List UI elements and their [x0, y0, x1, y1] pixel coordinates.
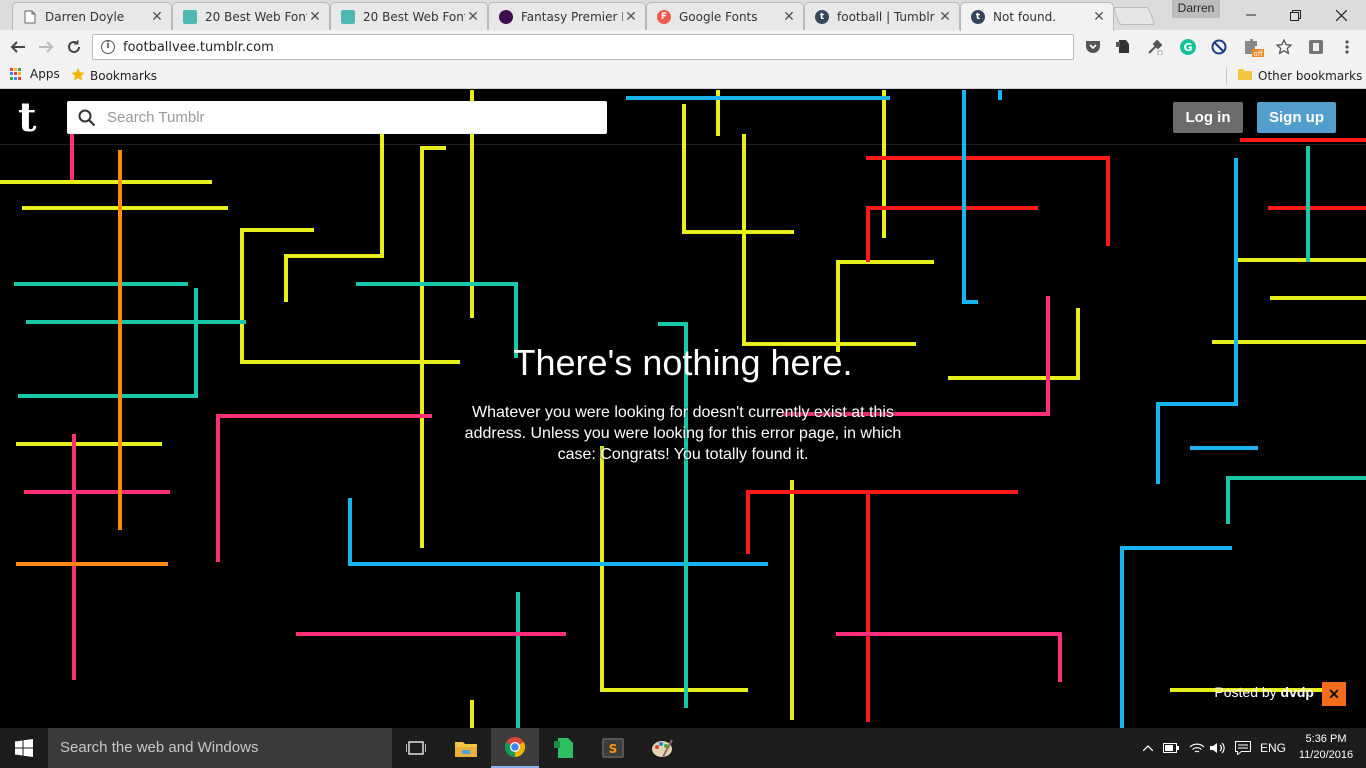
tab-title: 20 Best Web Fonts — [363, 9, 465, 24]
address-bar[interactable]: i footballvee.tumblr.com — [92, 34, 1074, 60]
restore-icon[interactable] — [1272, 0, 1318, 30]
tab-title: Fantasy Premier Le — [521, 9, 623, 24]
log-in-button[interactable]: Log in — [1173, 102, 1243, 133]
close-window-icon[interactable] — [1318, 0, 1364, 30]
bookmark-label: Bookmarks — [90, 69, 158, 83]
menu-icon[interactable] — [1338, 38, 1356, 56]
tumblr-header: t Log in Sign up — [0, 90, 1366, 145]
tab-3[interactable]: Fantasy Premier Le ✕ — [488, 2, 646, 30]
clock-time: 5:36 PM — [1305, 733, 1347, 745]
eyedropper-icon[interactable] — [1146, 38, 1164, 56]
star-icon — [70, 67, 86, 85]
tab-5[interactable]: t football | Tumblr ✕ — [804, 2, 960, 30]
taskbar-clock[interactable]: 5:36 PM 11/20/2016 — [1294, 731, 1358, 763]
close-icon[interactable]: ✕ — [149, 9, 165, 25]
close-icon[interactable]: ✕ — [307, 9, 323, 25]
teal-square-icon — [183, 9, 197, 24]
chevron-up-icon[interactable] — [1138, 728, 1158, 768]
bookmark-bookmarks[interactable]: Bookmarks — [70, 67, 157, 85]
close-icon[interactable]: ✕ — [781, 9, 797, 25]
pocket-icon[interactable] — [1084, 38, 1102, 56]
block-icon[interactable] — [1210, 38, 1228, 56]
tumblr-page: t Log in Sign up There's nothing here. W… — [0, 90, 1366, 728]
bookmark-other[interactable]: Other bookmarks — [1238, 67, 1362, 84]
bookmarks-bar: Apps Bookmarks Other bookmarks — [0, 63, 1366, 89]
svg-text:S: S — [609, 742, 618, 756]
info-icon[interactable]: i — [101, 40, 115, 54]
volume-icon[interactable] — [1208, 728, 1228, 768]
search-input[interactable] — [107, 102, 607, 133]
tumblr-icon: t — [815, 9, 829, 24]
profile-button[interactable]: Darren — [1172, 0, 1220, 18]
action-center-icon[interactable] — [1232, 728, 1254, 768]
windows-start-icon[interactable] — [0, 728, 48, 768]
divider — [1226, 67, 1227, 85]
new-tab-button[interactable] — [1112, 7, 1156, 25]
posted-by-user: dvdp — [1280, 684, 1314, 700]
sign-up-button[interactable]: Sign up — [1257, 102, 1336, 133]
search-bar[interactable] — [67, 101, 607, 134]
tumblr-logo[interactable]: t — [18, 98, 36, 138]
wifi-icon[interactable] — [1186, 728, 1208, 768]
close-icon[interactable]: ✕ — [1091, 9, 1107, 25]
close-icon[interactable]: ✕ — [937, 9, 953, 25]
forward-arrow-icon[interactable] — [34, 35, 58, 59]
error-message: Whatever you were looking for doesn't cu… — [464, 404, 902, 463]
clock-date: 11/20/2016 — [1298, 749, 1354, 761]
grammarly-icon[interactable]: G — [1179, 38, 1197, 56]
teal-square-icon — [341, 9, 355, 24]
minimize-icon[interactable] — [1228, 0, 1274, 30]
battery-icon[interactable] — [1160, 728, 1182, 768]
close-icon[interactable]: ✕ — [465, 9, 481, 25]
star-icon[interactable] — [1275, 38, 1293, 56]
tab-4[interactable]: F Google Fonts ✕ — [646, 2, 804, 30]
posted-by-label: Posted by — [1214, 684, 1277, 700]
bookmark-label: Other bookmarks — [1258, 68, 1363, 83]
tab-title: 20 Best Web Fonts — [205, 9, 307, 24]
posted-by[interactable]: Posted by dvdp — [1168, 684, 1314, 700]
bookmark-label: Apps — [30, 67, 60, 81]
tumblr-icon: t — [971, 10, 985, 24]
extension-off-icon[interactable]: off — [1242, 38, 1264, 57]
premier-league-icon — [499, 9, 513, 24]
tab-6-active[interactable]: t Not found. ✕ — [960, 2, 1114, 31]
google-fonts-icon: F — [657, 9, 671, 24]
language-indicator[interactable]: ENG — [1258, 728, 1288, 768]
sublime-text-icon[interactable]: S — [589, 728, 637, 768]
tab-title: Not found. — [993, 10, 1057, 24]
windows-taskbar: Search the web and Windows S ENG 5:36 PM… — [0, 728, 1366, 768]
author-avatar[interactable]: ✕ — [1322, 682, 1346, 706]
tab-title: Darren Doyle — [45, 9, 125, 24]
extension-grey-icon[interactable] — [1307, 38, 1325, 56]
error-title: There's nothing here. — [513, 342, 853, 383]
file-explorer-icon[interactable] — [442, 728, 490, 768]
close-icon[interactable]: ✕ — [623, 9, 639, 25]
back-arrow-icon[interactable] — [6, 35, 30, 59]
document-icon — [23, 10, 37, 24]
search-icon — [67, 101, 107, 134]
tab-title: football | Tumblr — [837, 9, 935, 24]
evernote-icon[interactable] — [1114, 38, 1132, 56]
url-text: footballvee.tumblr.com — [123, 39, 274, 55]
svg-text:G: G — [1183, 41, 1192, 54]
task-view-icon[interactable] — [392, 728, 440, 768]
tab-0[interactable]: Darren Doyle ✕ — [12, 2, 172, 30]
bookmark-apps[interactable]: Apps — [10, 67, 60, 81]
folder-icon — [1238, 67, 1252, 84]
chrome-taskbar-icon[interactable] — [491, 728, 539, 768]
taskbar-search[interactable]: Search the web and Windows — [48, 728, 392, 768]
paint-icon[interactable] — [638, 728, 686, 768]
apps-grid-icon — [10, 68, 22, 80]
tab-title: Google Fonts — [679, 9, 758, 24]
extension-badge: off — [1253, 50, 1262, 57]
tab-strip: Darren Doyle ✕ 20 Best Web Fonts ✕ 20 Be… — [0, 0, 1366, 31]
evernote-taskbar-icon[interactable] — [540, 728, 588, 768]
reload-icon[interactable] — [62, 35, 86, 59]
tab-1[interactable]: 20 Best Web Fonts ✕ — [172, 2, 330, 30]
tab-2[interactable]: 20 Best Web Fonts ✕ — [330, 2, 488, 30]
